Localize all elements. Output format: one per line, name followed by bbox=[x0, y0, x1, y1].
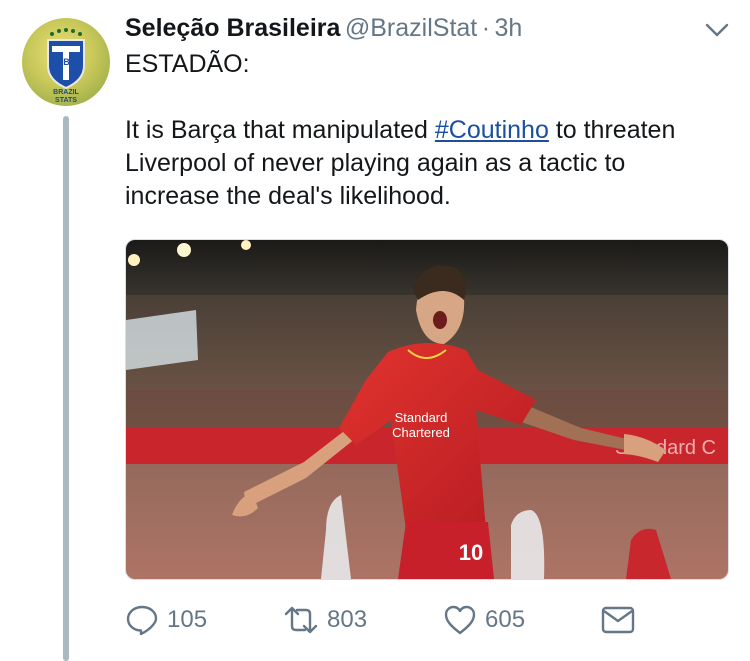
tweet-text-line: ESTADÃO: bbox=[125, 50, 250, 78]
svg-text:BRAZIL: BRAZIL bbox=[53, 89, 79, 96]
like-icon bbox=[444, 605, 476, 635]
reply-button[interactable]: 105 bbox=[125, 600, 207, 640]
svg-text:STATS: STATS bbox=[55, 97, 77, 104]
direct-message-button[interactable] bbox=[601, 600, 635, 640]
user-handle[interactable]: @BrazilStat bbox=[345, 14, 477, 42]
svg-text:Standard: Standard bbox=[395, 410, 448, 425]
like-count: 605 bbox=[485, 606, 526, 633]
tweet-text-body: It is Barça that manipulated #Coutinho t… bbox=[125, 114, 725, 213]
svg-text:CBF: CBF bbox=[57, 57, 76, 67]
thread-line bbox=[63, 116, 69, 661]
tweet-text: ESTADÃO: It is Barça that manipulated #C… bbox=[125, 48, 725, 213]
direct-message-icon bbox=[601, 606, 635, 634]
reply-count: 105 bbox=[167, 606, 208, 633]
timestamp[interactable]: 3h bbox=[494, 14, 522, 42]
avatar[interactable]: CBF BRAZIL STATS bbox=[22, 18, 110, 106]
tweet-photo[interactable]: Standard C Standard Chartered 10 bbox=[125, 239, 729, 580]
separator-dot: · bbox=[481, 14, 491, 42]
retweet-icon bbox=[284, 606, 318, 634]
reply-icon bbox=[126, 605, 158, 636]
tweet-text-before: It is Barça that manipulated bbox=[125, 116, 435, 144]
display-name[interactable]: Seleção Brasileira bbox=[125, 14, 340, 42]
like-button[interactable]: 605 bbox=[443, 600, 525, 640]
chevron-down-icon[interactable] bbox=[704, 20, 730, 40]
retweet-count: 803 bbox=[327, 606, 368, 633]
tweet-actions: 105 803 605 bbox=[125, 600, 645, 640]
football-celebration-photo: Standard C Standard Chartered 10 bbox=[126, 240, 728, 579]
hashtag-link[interactable]: #Coutinho bbox=[435, 116, 549, 144]
svg-text:10: 10 bbox=[459, 540, 483, 565]
tweet-header: Seleção Brasileira @BrazilStat · 3h bbox=[125, 14, 730, 48]
cbf-badge-icon: CBF BRAZIL STATS bbox=[47, 28, 85, 104]
retweet-button[interactable]: 803 bbox=[283, 600, 367, 640]
svg-text:Chartered: Chartered bbox=[392, 425, 450, 440]
